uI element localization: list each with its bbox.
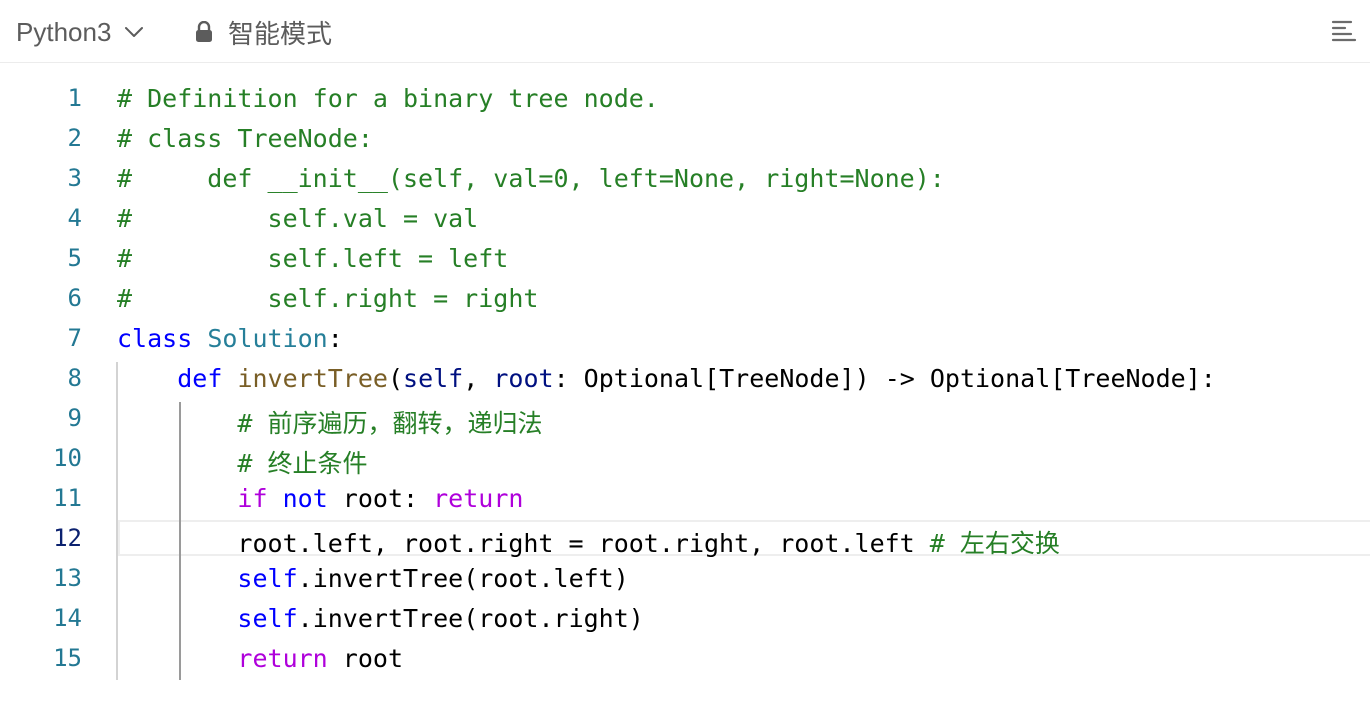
code-token: not	[282, 484, 328, 513]
code-token: return	[433, 484, 524, 513]
code-token: ,	[463, 364, 494, 393]
lock-icon	[196, 21, 212, 42]
code-line[interactable]: 10 # 终止条件	[0, 440, 1370, 480]
code-token: # 左右交换	[929, 529, 1060, 558]
code-line[interactable]: 6 # self.right = right	[0, 280, 1370, 320]
line-number: 1	[67, 84, 82, 112]
code-token: # class TreeNode:	[117, 124, 373, 153]
code-line[interactable]: 15 return root	[0, 640, 1370, 680]
line-number: 11	[53, 484, 82, 512]
chevron-down-icon	[125, 27, 144, 37]
code-line[interactable]: 7 class Solution:	[0, 320, 1370, 360]
code-line[interactable]: 2 # class TreeNode:	[0, 120, 1370, 160]
code-token: # self.val = val	[117, 204, 479, 233]
code-text: # class TreeNode:	[117, 124, 373, 153]
code-token: self	[403, 364, 464, 393]
code-token: Solution	[207, 324, 328, 353]
line-number: 9	[67, 404, 82, 432]
line-number: 12	[53, 524, 82, 552]
line-number: 4	[67, 204, 82, 232]
line-number: 2	[67, 124, 82, 152]
code-token: # def __init__(self, val=0, left=None, r…	[117, 164, 945, 193]
language-select[interactable]: Python3	[16, 14, 145, 50]
code-token: invertTree	[237, 364, 388, 393]
code-token: if	[237, 484, 268, 513]
code-token: # self.right = right	[117, 284, 539, 313]
code-editor[interactable]: 15 return root 14 self.invertTree(root.ri…	[0, 80, 1370, 700]
code-token: # self.left = left	[117, 244, 509, 273]
code-token: class	[117, 324, 193, 353]
code-token: # 终止条件	[237, 449, 368, 478]
code-text: # self.right = right	[117, 284, 538, 313]
code-line[interactable]: 4 # self.val = val	[0, 200, 1370, 240]
code-token: : Optional[TreeNode]) -> Optional[TreeNo…	[553, 364, 1216, 393]
code-text: if not root: return	[117, 484, 523, 513]
code-line[interactable]: 14 self.invertTree(root.right)	[0, 600, 1370, 640]
code-text: self.invertTree(root.left)	[117, 564, 629, 593]
code-text: # 终止条件	[117, 444, 368, 480]
code-line[interactable]: 13 self.invertTree(root.left)	[0, 560, 1370, 600]
code-text: # Definition for a binary tree node.	[117, 84, 659, 113]
line-number: 14	[53, 604, 82, 632]
code-line[interactable]: 12 root.left, root.right = root.right, r…	[0, 520, 1370, 560]
line-number: 5	[67, 244, 82, 272]
code-line[interactable]: 9 # 前序遍历，翻转，递归法	[0, 400, 1370, 440]
code-token: (	[387, 364, 404, 393]
code-token: # 前序遍历，翻转，递归法	[237, 409, 543, 438]
code-text: def invertTree(self, root: Optional[Tree…	[117, 364, 1216, 393]
editor-toolbar: Python3 智能模式	[0, 0, 1370, 63]
code-line[interactable]: 5 # self.left = left	[0, 240, 1370, 280]
code-token: # Definition for a binary tree node.	[117, 84, 659, 113]
code-text: # def __init__(self, val=0, left=None, r…	[117, 164, 945, 193]
code-token: root.left, root.right = root.right, root…	[117, 529, 930, 558]
code-line[interactable]: 11 if not root: return	[0, 480, 1370, 520]
code-line[interactable]: 1 # Definition for a binary tree node.	[0, 80, 1370, 120]
language-label: Python3	[16, 16, 112, 47]
code-token: return	[237, 644, 328, 673]
line-number: 8	[67, 364, 82, 392]
code-text: # self.val = val	[117, 204, 478, 233]
code-text: return root	[117, 644, 403, 673]
indent-guide-active	[179, 402, 181, 680]
menu-icon[interactable]	[1331, 18, 1357, 44]
code-text: root.left, root.right = root.right, root…	[117, 524, 1060, 560]
code-token: self	[237, 604, 298, 633]
code-token: root:	[327, 484, 434, 513]
code-text: self.invertTree(root.right)	[117, 604, 644, 633]
code-line[interactable]: 8 def invertTree(self, root: Optional[Tr…	[0, 360, 1370, 400]
mode-label: 智能模式	[228, 19, 333, 50]
code-token: root	[493, 364, 554, 393]
line-number: 10	[53, 444, 82, 472]
code-text: class Solution:	[117, 324, 343, 353]
code-token: .invertTree(root.right)	[297, 604, 644, 633]
smart-mode-toggle[interactable]: 智能模式	[194, 14, 332, 50]
code-token: :	[327, 324, 343, 353]
code-text: # self.left = left	[117, 244, 508, 273]
code-token: .invertTree(root.left)	[297, 564, 629, 593]
line-number: 3	[67, 164, 82, 192]
line-number: 6	[67, 284, 82, 312]
code-line[interactable]: 3 # def __init__(self, val=0, left=None, …	[0, 160, 1370, 200]
line-number: 15	[53, 644, 82, 672]
line-number: 7	[67, 324, 82, 352]
code-token: def	[177, 364, 223, 393]
indent-guide	[116, 362, 118, 680]
code-token: root	[327, 644, 403, 673]
code-token: self	[237, 564, 298, 593]
line-number: 13	[53, 564, 82, 592]
